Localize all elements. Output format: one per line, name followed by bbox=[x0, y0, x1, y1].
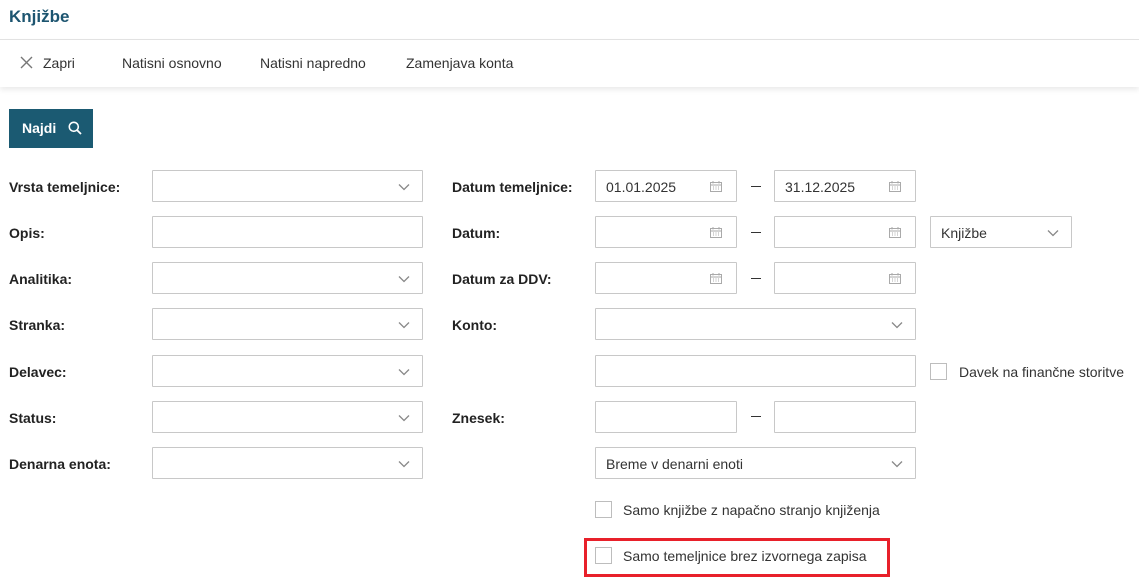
close-icon[interactable] bbox=[20, 56, 33, 69]
doc-date-to-input[interactable]: 31.12.2025 bbox=[774, 170, 916, 202]
status-label: Status: bbox=[9, 410, 57, 426]
fin-services-tax-checkbox[interactable] bbox=[930, 363, 947, 380]
find-button-label: Najdi bbox=[22, 120, 57, 136]
amount-from-input[interactable] bbox=[595, 401, 737, 433]
chevron-down-icon bbox=[1047, 230, 1059, 237]
date-type-select[interactable]: Knjižbe bbox=[930, 216, 1072, 248]
customer-label: Stranka: bbox=[9, 317, 66, 333]
print-advanced-button[interactable]: Natisni napredno bbox=[260, 55, 366, 71]
calendar-icon[interactable] bbox=[710, 273, 722, 284]
no-source-label: Samo temeljnice brez izvornega zapisa bbox=[623, 548, 867, 564]
amount-to-input[interactable] bbox=[774, 401, 916, 433]
date-from-input[interactable] bbox=[595, 216, 737, 248]
date-to-input[interactable] bbox=[774, 216, 916, 248]
calendar-icon[interactable] bbox=[889, 273, 901, 284]
amount-label: Znesek: bbox=[452, 410, 505, 426]
date-range-separator bbox=[751, 232, 761, 233]
page-title: Knjižbe bbox=[9, 7, 70, 26]
date-label: Datum: bbox=[452, 225, 501, 241]
account-replace-button[interactable]: Zamenjava konta bbox=[406, 55, 513, 71]
analytics-select[interactable] bbox=[152, 262, 423, 294]
currency-select[interactable] bbox=[152, 447, 423, 479]
amount-range-separator bbox=[751, 416, 761, 417]
vat-date-to-input[interactable] bbox=[774, 262, 916, 294]
account-label: Konto: bbox=[452, 317, 498, 333]
title-bar: Knjižbe bbox=[0, 0, 1139, 40]
calendar-icon[interactable] bbox=[889, 227, 901, 238]
date-type-value: Knjižbe bbox=[941, 225, 987, 241]
no-source-checkbox[interactable] bbox=[595, 547, 612, 564]
date-range-separator bbox=[751, 278, 761, 279]
doc-type-select[interactable] bbox=[152, 170, 423, 202]
customer-select[interactable] bbox=[152, 308, 423, 340]
chevron-down-icon bbox=[398, 276, 410, 283]
employee-select[interactable] bbox=[152, 355, 423, 387]
doc-date-from-value: 01.01.2025 bbox=[606, 179, 677, 195]
chevron-down-icon bbox=[398, 322, 410, 329]
chevron-down-icon bbox=[398, 461, 410, 468]
description-input[interactable] bbox=[152, 216, 423, 248]
close-button[interactable]: Zapri bbox=[43, 55, 75, 71]
chevron-down-icon bbox=[398, 369, 410, 376]
calendar-icon[interactable] bbox=[710, 181, 722, 192]
amount-type-value: Breme v denarni enoti bbox=[606, 456, 743, 472]
description-label: Opis: bbox=[9, 225, 45, 241]
amount-type-select[interactable]: Breme v denarni enoti bbox=[595, 447, 916, 479]
currency-label: Denarna enota: bbox=[9, 456, 111, 472]
status-select[interactable] bbox=[152, 401, 423, 433]
fin-services-tax-label: Davek na finančne storitve bbox=[959, 364, 1124, 380]
toolbar: Zapri Natisni osnovno Natisni napredno Z… bbox=[0, 40, 1139, 87]
doc-date-to-value: 31.12.2025 bbox=[785, 179, 856, 195]
chevron-down-icon bbox=[891, 322, 903, 329]
date-range-separator bbox=[751, 186, 761, 187]
doc-date-from-input[interactable]: 01.01.2025 bbox=[595, 170, 737, 202]
account-select[interactable] bbox=[595, 308, 916, 340]
search-icon bbox=[68, 121, 82, 135]
vat-date-label: Datum za DDV: bbox=[452, 271, 552, 287]
doc-date-label: Datum temeljnice: bbox=[452, 179, 573, 195]
wrong-side-label: Samo knjižbe z napačno stranjo knjiženja bbox=[623, 502, 880, 518]
account-text-input[interactable] bbox=[595, 355, 916, 387]
chevron-down-icon bbox=[891, 461, 903, 468]
calendar-icon[interactable] bbox=[710, 227, 722, 238]
chevron-down-icon bbox=[398, 184, 410, 191]
employee-label: Delavec: bbox=[9, 364, 67, 380]
analytics-label: Analitika: bbox=[9, 271, 73, 287]
vat-date-from-input[interactable] bbox=[595, 262, 737, 294]
print-basic-button[interactable]: Natisni osnovno bbox=[122, 55, 222, 71]
find-button[interactable]: Najdi bbox=[9, 109, 93, 148]
wrong-side-checkbox[interactable] bbox=[595, 501, 612, 518]
doc-type-label: Vrsta temeljnice: bbox=[9, 179, 121, 195]
chevron-down-icon bbox=[398, 415, 410, 422]
calendar-icon[interactable] bbox=[889, 181, 901, 192]
